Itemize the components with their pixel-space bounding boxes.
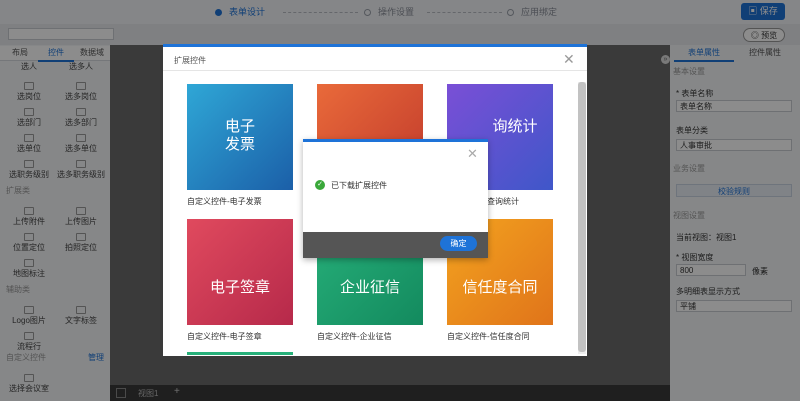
extension-card-label: 自定义控件-电子发票 (187, 197, 262, 206)
extension-card[interactable]: 电子 发票 (187, 84, 293, 190)
extension-card[interactable]: 电子签章 (187, 219, 293, 325)
extension-card-label: 自定义控件-电子签章 (187, 332, 262, 341)
dialog-close-icon[interactable]: ✕ (563, 52, 575, 66)
ok-button[interactable]: 确定 (440, 236, 477, 251)
dialog-divider (163, 70, 587, 71)
extension-card-label: 自定义控件-企业征信 (317, 332, 392, 341)
success-check-icon: ✓ (315, 180, 325, 190)
alert-message: 已下载扩展控件 (331, 181, 387, 190)
alert-close-icon[interactable]: ✕ (467, 147, 478, 160)
extension-card-label: 查询统计 (487, 197, 519, 206)
dialog-scrollbar-thumb[interactable] (578, 82, 586, 352)
extension-card-art: 电子 发票 (224, 118, 255, 153)
dialog-title: 扩展控件 (174, 56, 206, 65)
extension-card-partial (187, 352, 293, 355)
extension-card-label: 自定义控件-信任度合同 (447, 332, 530, 341)
extension-card-art: 电子签章 (209, 279, 270, 296)
